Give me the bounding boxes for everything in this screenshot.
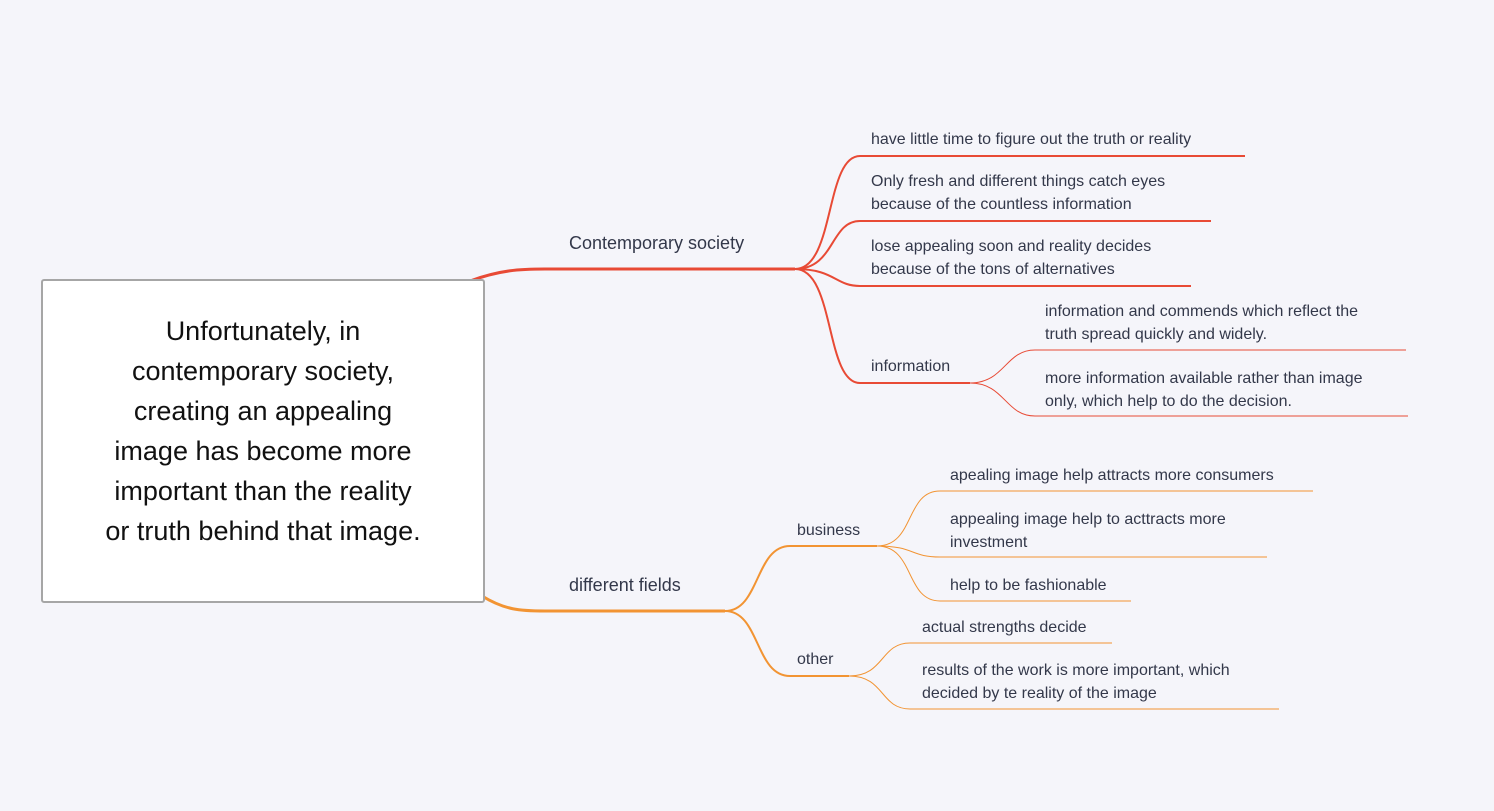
root-topic[interactable]: Unfortunately, in contemporary society, … — [41, 279, 485, 603]
topic-different-fields[interactable]: different fields — [569, 575, 681, 596]
topic-line: lose appealing soon and reality decides — [871, 238, 1152, 255]
topic-other[interactable]: other — [797, 648, 833, 671]
topic-line: decided by te reality of the image — [922, 685, 1157, 702]
topic-more-information[interactable]: more information available rather than i… — [1045, 367, 1363, 413]
topic-contemporary-society[interactable]: Contemporary society — [569, 233, 744, 254]
topic-line: have little time to figure out the truth… — [871, 131, 1192, 148]
topic-line: help to be fashionable — [950, 577, 1107, 594]
root-topic-line: important than the reality — [114, 476, 412, 506]
topic-line: because of the tons of alternatives — [871, 261, 1115, 278]
topic-line: more information available rather than i… — [1045, 370, 1363, 387]
topic-fresh-things[interactable]: Only fresh and different things catch ey… — [871, 170, 1165, 216]
root-topic-text: Unfortunately, in contemporary society, … — [73, 311, 453, 551]
connector-root-different-fields — [481, 594, 725, 613]
root-topic-line: contemporary society, — [131, 356, 395, 386]
topic-business[interactable]: business — [797, 519, 860, 542]
topic-line: results of the work is more important, w… — [922, 662, 1230, 679]
connector-fields-business — [724, 545, 877, 612]
topic-line: actual strengths decide — [922, 619, 1087, 636]
connector-root-contemporary — [469, 267, 795, 283]
topic-lose-appealing[interactable]: lose appealing soon and reality decides … — [871, 235, 1151, 281]
topic-line: apealing image help attracts more consum… — [950, 467, 1274, 484]
topic-line: only, which help to do the decision. — [1045, 393, 1292, 410]
root-topic-line: image has become more — [114, 436, 412, 466]
topic-actual-strengths[interactable]: actual strengths decide — [922, 616, 1087, 639]
topic-information-commends[interactable]: information and commends which reflect t… — [1045, 300, 1358, 346]
topic-little-time[interactable]: have little time to figure out the truth… — [871, 128, 1191, 151]
mindmap-canvas: Unfortunately, in contemporary society, … — [0, 0, 1494, 811]
topic-line: truth spread quickly and widely. — [1045, 326, 1268, 343]
topic-line: because of the countless information — [871, 196, 1132, 213]
topic-attracts-consumers[interactable]: apealing image help attracts more consum… — [950, 464, 1274, 487]
topic-attracts-investment[interactable]: appealing image help to acttracts more i… — [950, 508, 1226, 554]
root-topic-line: or truth behind that image. — [105, 516, 421, 546]
topic-information[interactable]: information — [871, 355, 950, 378]
topic-line: Only fresh and different things catch ey… — [871, 173, 1166, 190]
root-topic-line: Unfortunately, in — [165, 316, 361, 346]
topic-line: appealing image help to acttracts more — [950, 511, 1226, 528]
root-topic-line: creating an appealing — [133, 396, 393, 426]
topic-line: information and commends which reflect t… — [1045, 303, 1359, 320]
topic-fashionable[interactable]: help to be fashionable — [950, 574, 1107, 597]
topic-line: investment — [950, 534, 1028, 551]
topic-results-of-work[interactable]: results of the work is more important, w… — [922, 659, 1230, 705]
